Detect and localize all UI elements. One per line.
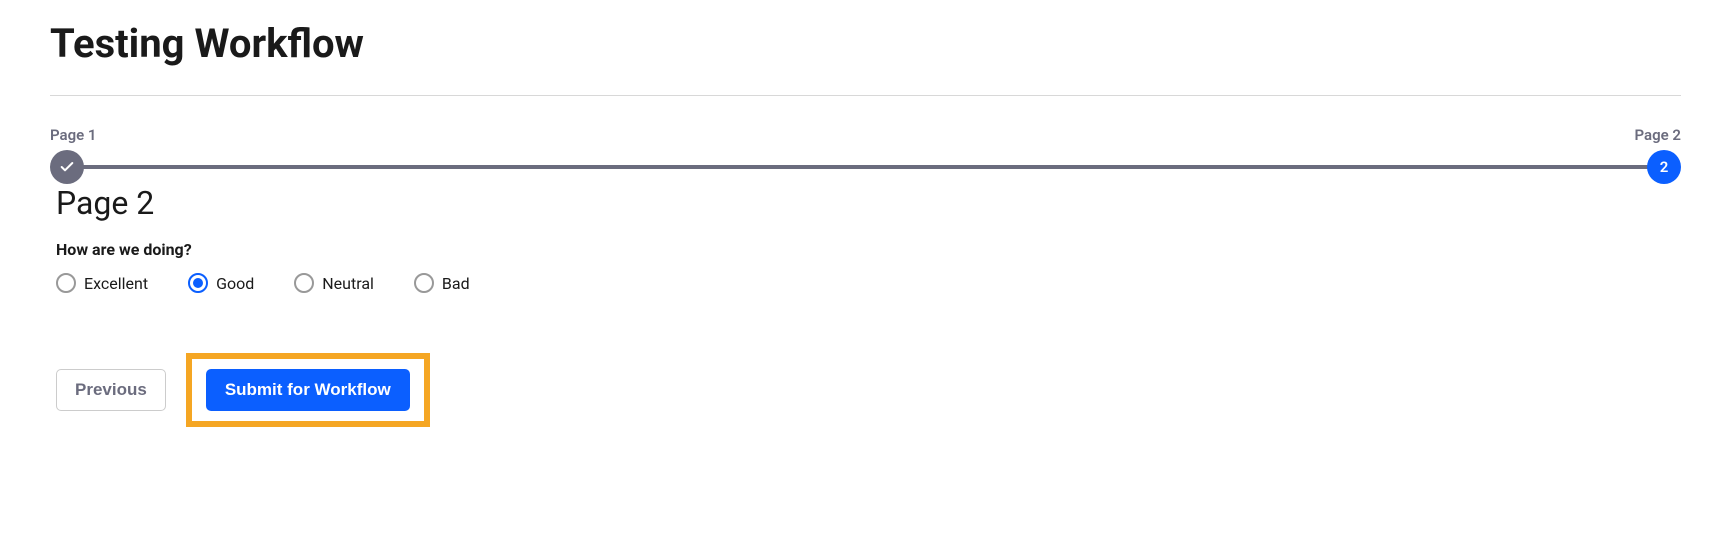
stepper-labels: Page 1 Page 2 — [50, 126, 1681, 144]
radio-circle — [294, 273, 314, 293]
radio-label: Neutral — [322, 274, 374, 293]
step-circle-1[interactable] — [50, 150, 84, 184]
page-title: Testing Workflow — [50, 20, 1681, 67]
section-title: Page 2 — [56, 184, 1681, 222]
radio-circle — [188, 273, 208, 293]
radio-label: Excellent — [84, 274, 148, 293]
radio-option-neutral[interactable]: Neutral — [294, 273, 374, 293]
radio-option-excellent[interactable]: Excellent — [56, 273, 148, 293]
question-label: How are we doing? — [56, 240, 1681, 259]
check-icon — [59, 159, 75, 175]
radio-option-bad[interactable]: Bad — [414, 273, 470, 293]
radio-dot — [193, 278, 203, 288]
radio-label: Bad — [442, 274, 470, 293]
highlight-box: Submit for Workflow — [186, 353, 430, 427]
radio-option-good[interactable]: Good — [188, 273, 254, 293]
step-connector — [82, 165, 1649, 169]
radio-circle — [56, 273, 76, 293]
divider — [50, 95, 1681, 96]
radio-label: Good — [216, 274, 254, 293]
previous-button[interactable]: Previous — [56, 369, 166, 411]
submit-button[interactable]: Submit for Workflow — [206, 369, 410, 411]
step-circle-2[interactable]: 2 — [1647, 150, 1681, 184]
step-label-1: Page 1 — [50, 126, 97, 144]
step-number-2: 2 — [1660, 158, 1669, 176]
step-label-2: Page 2 — [1634, 126, 1681, 144]
radio-group: Excellent Good Neutral Bad — [56, 273, 1681, 293]
stepper: 2 — [50, 150, 1681, 184]
button-row: Previous Submit for Workflow — [56, 353, 1681, 427]
radio-circle — [414, 273, 434, 293]
